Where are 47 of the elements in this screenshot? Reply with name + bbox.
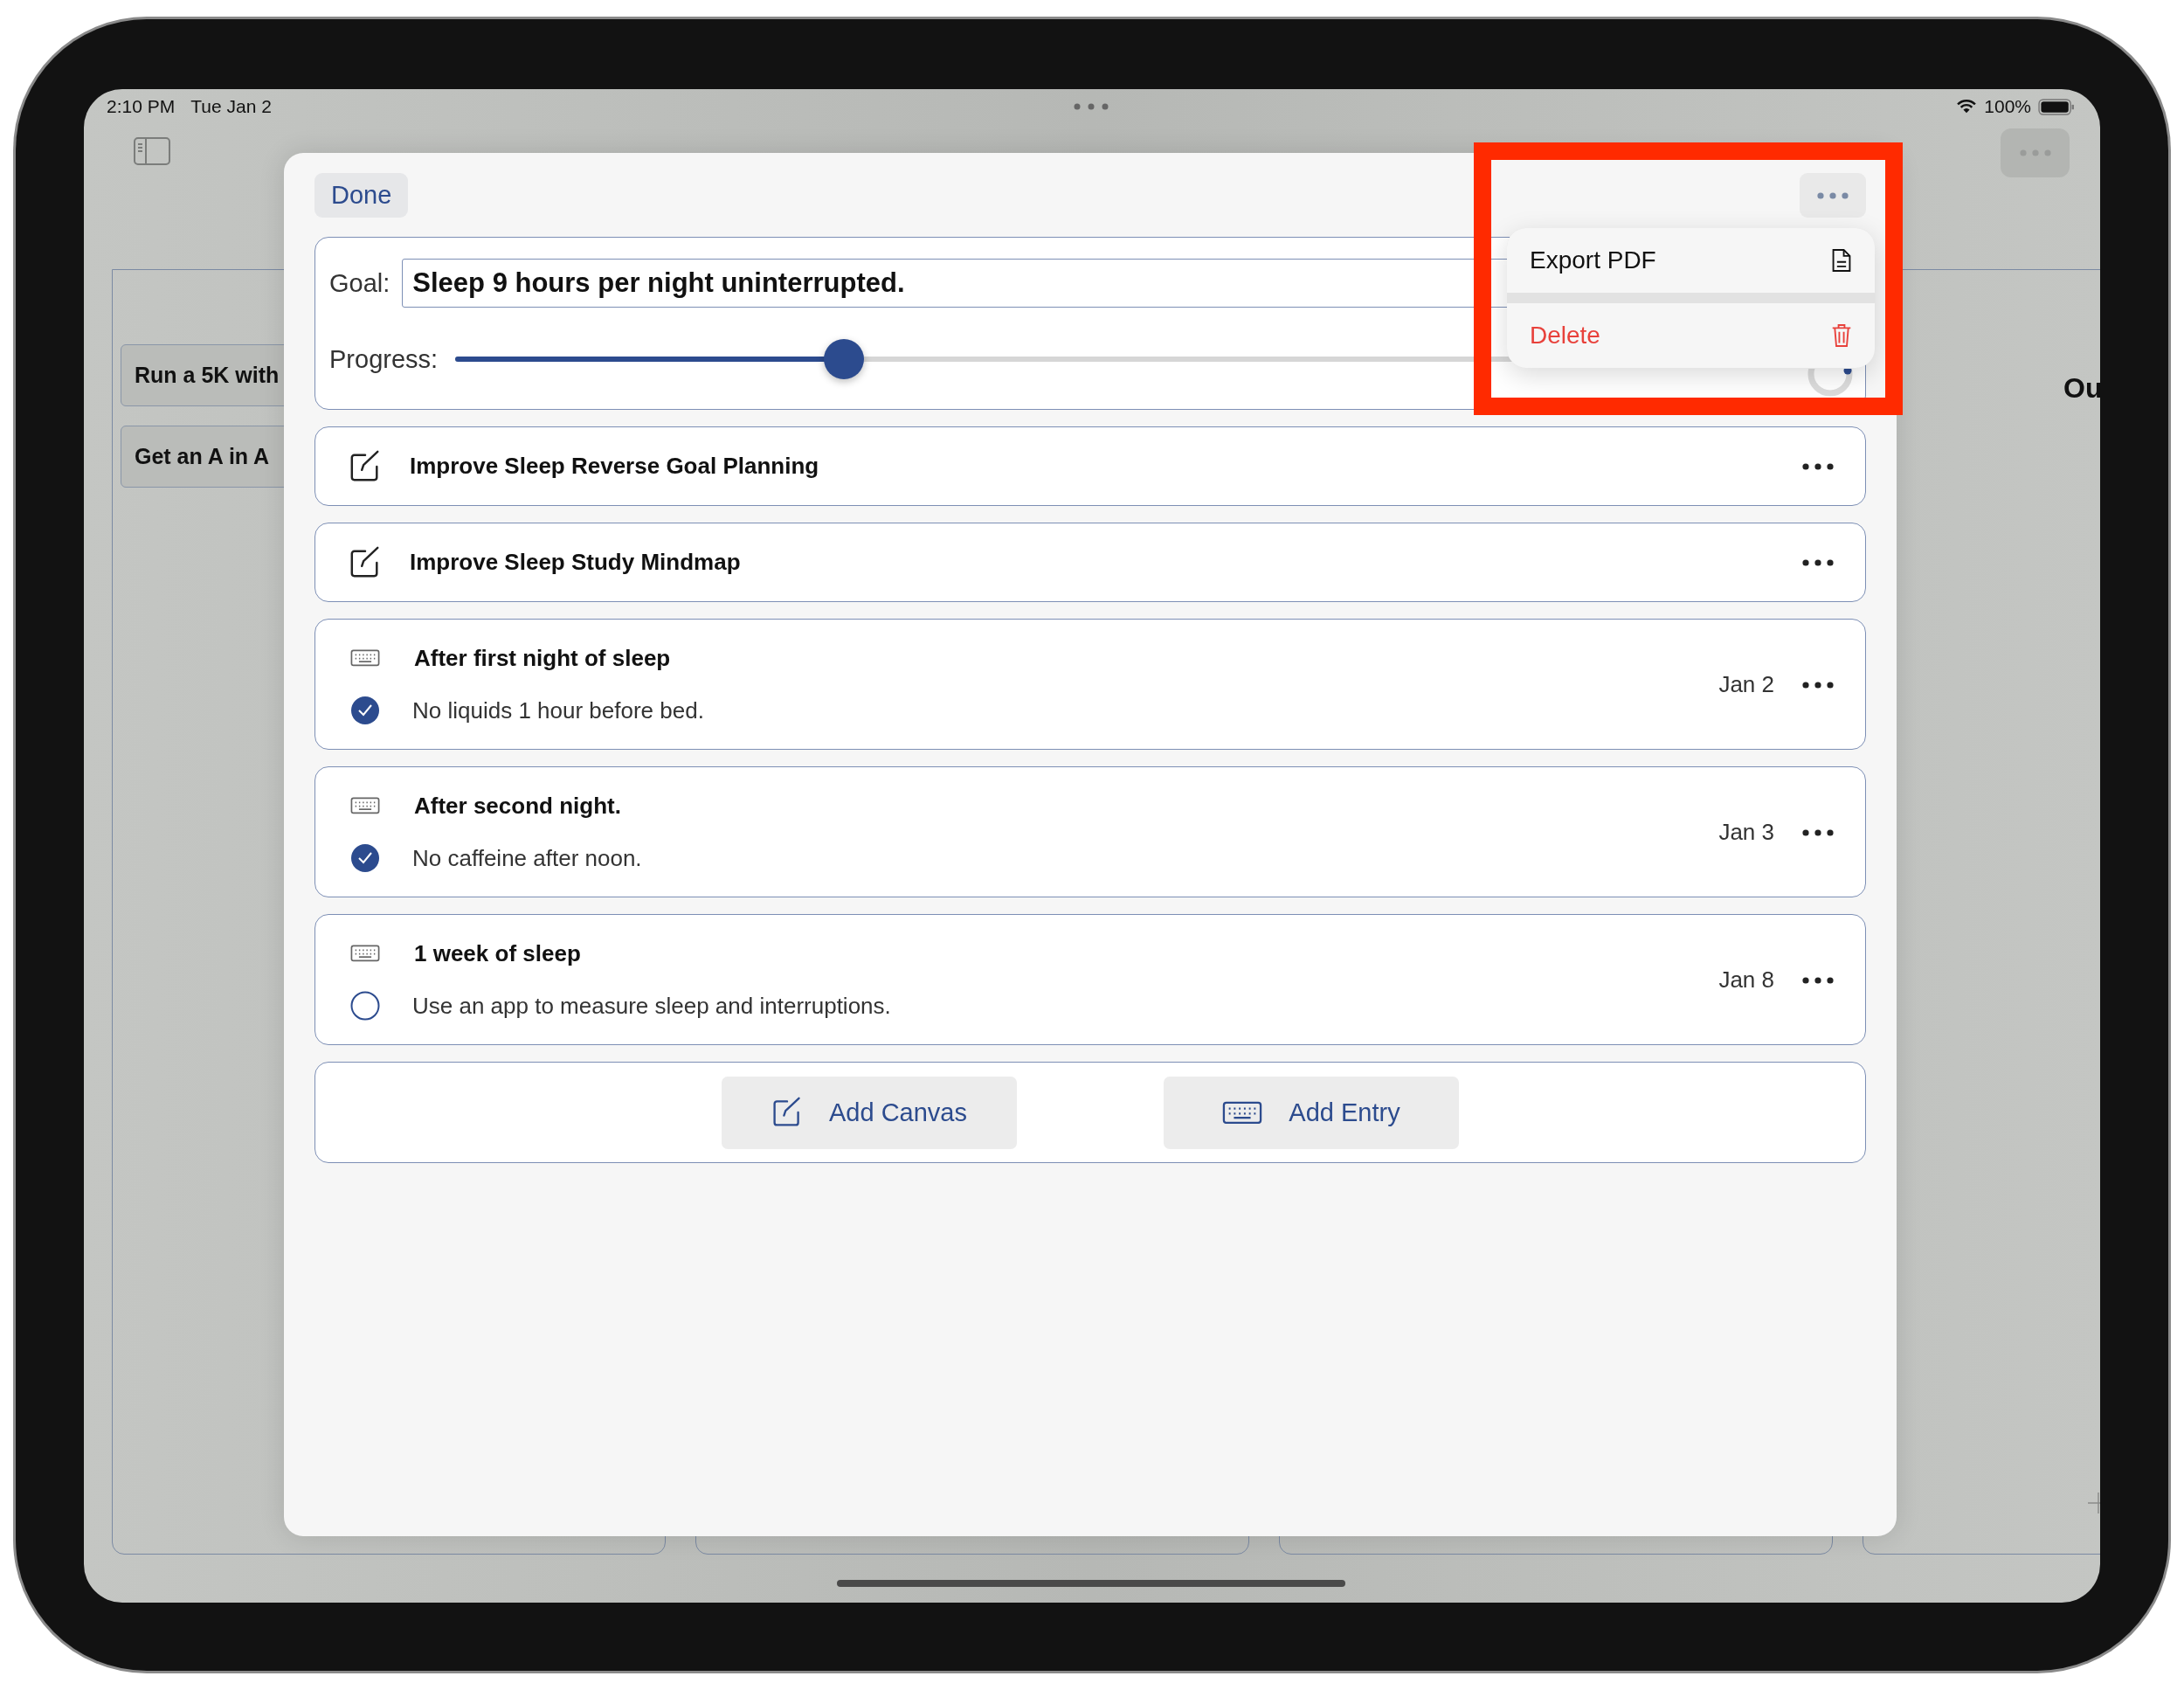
progress-label: Progress: xyxy=(329,344,439,374)
entry-date: Jan 3 xyxy=(1718,818,1774,846)
compose-icon xyxy=(771,1097,803,1128)
add-button[interactable]: Add Entry xyxy=(1164,1076,1459,1149)
status-time: 2:10 PM xyxy=(107,96,176,117)
entry-note: No liquids 1 hour before bed. xyxy=(412,696,705,724)
canvas-row[interactable]: Improve Sleep Reverse Goal Planning xyxy=(314,426,1866,506)
done-button[interactable]: Done xyxy=(314,173,409,218)
entry-title: After second night. xyxy=(413,792,622,820)
battery-icon xyxy=(2038,98,2075,115)
checked-circle-icon[interactable] xyxy=(350,696,380,725)
multitasking-icon xyxy=(1073,103,1109,110)
battery-percent: 100% xyxy=(1984,96,2031,117)
column-heading: Ou xyxy=(2063,372,2100,404)
status-date: Tue Jan 2 xyxy=(190,96,272,117)
more-icon[interactable] xyxy=(1802,558,1834,566)
delete-menu-item[interactable]: Delete xyxy=(1507,303,1875,368)
entry-title: 1 week of sleep xyxy=(413,939,582,967)
document-icon xyxy=(1831,247,1852,274)
wifi-icon xyxy=(1956,99,1978,114)
checked-circle-icon[interactable] xyxy=(350,843,380,873)
more-icon[interactable] xyxy=(1802,462,1834,470)
export-pdf-menu-item[interactable]: Export PDF xyxy=(1507,228,1875,293)
entry-note: Use an app to measure sleep and interruptions. xyxy=(412,992,892,1020)
canvas-row[interactable]: Improve Sleep Study Mindmap xyxy=(314,523,1866,602)
progress-ring-icon xyxy=(1807,369,1853,397)
trash-icon xyxy=(1831,322,1852,349)
more-button[interactable] xyxy=(1800,173,1866,218)
keyboard-icon xyxy=(350,945,380,962)
more-icon[interactable] xyxy=(1802,682,1834,689)
keyboard-icon xyxy=(1222,1100,1263,1125)
add-button[interactable]: Add Canvas xyxy=(722,1076,1017,1149)
goal-label: Goal: xyxy=(329,268,390,298)
row-title: Improve Sleep Study Mindmap xyxy=(410,549,742,576)
entry-note: No caffeine after noon. xyxy=(412,844,643,872)
entry-row[interactable]: After second night. Jan 3 No caffeine after noon. xyxy=(314,766,1866,897)
keyboard-icon xyxy=(350,649,380,667)
more-icon[interactable] xyxy=(1802,829,1834,836)
entry-date: Jan 2 xyxy=(1718,670,1774,698)
row-title: Improve Sleep Reverse Goal Planning xyxy=(410,453,820,480)
more-icon[interactable] xyxy=(1802,977,1834,984)
entry-row[interactable]: 1 week of sleep Jan 8 Use an app to measure sleep and interruptions. xyxy=(314,914,1866,1045)
entry-date: Jan 8 xyxy=(1718,966,1774,994)
entry-row[interactable]: After first night of sleep Jan 2 No liquids 1 hour before bed. xyxy=(314,619,1866,750)
keyboard-icon xyxy=(350,797,380,814)
empty-circle-icon[interactable] xyxy=(350,991,380,1021)
entry-title: After first night of sleep xyxy=(413,644,672,672)
